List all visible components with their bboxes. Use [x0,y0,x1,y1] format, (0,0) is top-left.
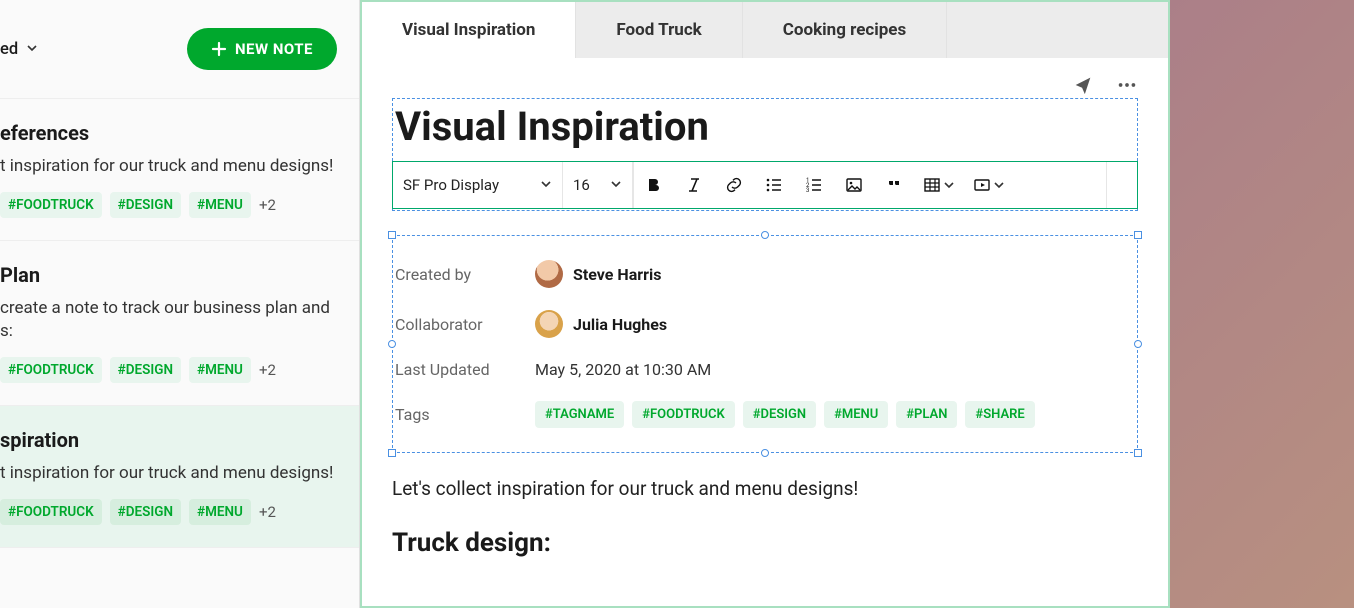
meta-tags-label: Tags [395,405,535,424]
note-card[interactable]: Plan create a note to track our business… [0,241,359,406]
tag-more: +2 [259,503,276,521]
chevron-down-icon [610,176,622,194]
tag[interactable]: #FOODTRUCK [632,401,734,428]
font-size: 16 [573,176,590,194]
tag[interactable]: #SHARE [965,401,1034,428]
new-note-label: NEW NOTE [235,40,313,58]
tab-cooking-recipes[interactable]: Cooking recipes [743,2,947,58]
meta-created-by: Steve Harris [573,265,661,284]
tabbar: Visual Inspiration Food Truck Cooking re… [362,2,1168,58]
sidebar: ed NEW NOTE eferences t inspiration for … [0,0,360,608]
italic-button[interactable] [674,162,714,208]
share-icon[interactable] [1072,74,1094,101]
tag-more: +2 [259,196,276,214]
table-button[interactable] [914,162,964,208]
plus-icon [211,41,227,57]
image-button[interactable] [834,162,874,208]
meta-created-label: Created by [395,265,535,284]
meta-updated: May 5, 2020 at 10:30 AM [535,360,711,379]
tag[interactable]: #FOODTRUCK [0,357,102,383]
tag[interactable]: #MENU [189,192,251,218]
note-snippet: create a note to track our business plan… [0,297,339,343]
editor: Visual Inspiration SF Pro Display 16 123 [362,58,1168,606]
main-panel: Visual Inspiration Food Truck Cooking re… [360,0,1170,608]
chevron-down-icon [993,176,1005,195]
bold-button[interactable] [634,162,674,208]
tag[interactable]: #PLAN [896,401,957,428]
note-tags: #FOODTRUCK #DESIGN #MENU +2 [0,499,339,525]
meta-collaborator: Julia Hughes [573,315,667,334]
tab-food-truck[interactable]: Food Truck [576,2,742,58]
note-tags: #FOODTRUCK #DESIGN #MENU +2 [0,192,339,218]
body-text[interactable]: Let's collect inspiration for our truck … [392,477,1138,500]
video-button[interactable] [964,162,1014,208]
bullet-list-button[interactable] [754,162,794,208]
note-title: Plan [0,263,339,287]
svg-text:3: 3 [806,187,809,194]
chevron-down-icon [540,176,552,194]
numbered-list-button[interactable]: 123 [794,162,834,208]
note-tags: #FOODTRUCK #DESIGN #MENU +2 [0,357,339,383]
tag[interactable]: #MENU [824,401,888,428]
link-button[interactable] [714,162,754,208]
chevron-down-icon [26,40,38,59]
note-snippet: t inspiration for our truck and menu des… [0,155,339,178]
tag[interactable]: #MENU [189,499,251,525]
font-size-select[interactable]: 16 [563,162,633,208]
tag[interactable]: #DESIGN [110,192,181,218]
meta-updated-label: Last Updated [395,360,535,379]
sort-label: ed [0,40,18,59]
font-select[interactable]: SF Pro Display [393,162,563,208]
tag[interactable]: #DESIGN [743,401,816,428]
avatar [535,310,563,338]
font-name: SF Pro Display [403,176,499,194]
note-title: eferences [0,121,339,145]
note-snippet: t inspiration for our truck and menu des… [0,462,339,485]
new-note-button[interactable]: NEW NOTE [187,28,337,70]
tag[interactable]: #DESIGN [110,499,181,525]
meta-tags: #TAGNAME #FOODTRUCK #DESIGN #MENU #PLAN … [535,401,1035,428]
note-card[interactable]: eferences t inspiration for our truck an… [0,99,359,241]
tag[interactable]: #FOODTRUCK [0,499,102,525]
tab-visual-inspiration[interactable]: Visual Inspiration [362,2,576,58]
more-icon[interactable] [1116,74,1138,101]
sort-dropdown[interactable]: ed [0,40,38,59]
meta-selection-frame[interactable]: Created by Steve Harris Collaborator Jul… [392,235,1138,453]
tag[interactable]: #MENU [189,357,251,383]
tag[interactable]: #TAGNAME [535,401,624,428]
avatar [535,260,563,288]
page-title[interactable]: Visual Inspiration [393,99,1137,150]
format-toolbar: SF Pro Display 16 123 [392,161,1138,209]
meta-collab-label: Collaborator [395,315,535,334]
quote-button[interactable] [874,162,914,208]
tag[interactable]: #FOODTRUCK [0,192,102,218]
note-title: spiration [0,428,339,452]
tag-more: +2 [259,361,276,379]
tag[interactable]: #DESIGN [110,357,181,383]
chevron-down-icon [943,176,955,195]
body-heading[interactable]: Truck design: [392,528,1138,558]
note-card-selected[interactable]: spiration t inspiration for our truck an… [0,406,359,548]
